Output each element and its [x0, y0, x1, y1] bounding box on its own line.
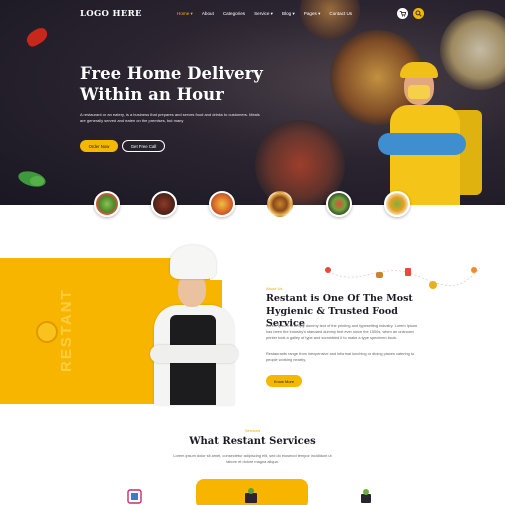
- courier-mask: [408, 85, 430, 99]
- vertical-brand-text: RESTANT: [58, 288, 75, 372]
- courier-shirt: [390, 105, 460, 205]
- cart-icon[interactable]: [397, 8, 408, 19]
- fries-icon: [405, 268, 411, 276]
- about-paragraph: Lorem Ipsum is simply dummy text of the …: [266, 323, 418, 340]
- nav-home[interactable]: Home ▾: [177, 11, 193, 17]
- order-service-icon[interactable]: [126, 487, 144, 505]
- hero-title: Free Home Delivery Within an Hour: [80, 63, 300, 105]
- hero-section: LOGO HERE Home ▾ About Categories Servic…: [0, 0, 505, 205]
- delivery-service-icon[interactable]: [242, 487, 260, 505]
- food-pizza-icon[interactable]: [209, 191, 235, 217]
- hero-title-line1: Free Home Delivery: [80, 64, 263, 83]
- nav-categories[interactable]: Categories: [223, 11, 245, 17]
- hero-description: A restaurant or an eatery, is a business…: [80, 112, 260, 123]
- about-paragraph: Restaurants range from inexpensive and i…: [266, 351, 415, 362]
- food-burger-icon[interactable]: [267, 191, 293, 217]
- services-tag: Services: [244, 428, 261, 433]
- food-veggie-plate-icon[interactable]: [326, 191, 352, 217]
- logo[interactable]: LOGO HERE: [80, 9, 142, 19]
- food-dish-image: [300, 0, 360, 40]
- chef-image: [148, 245, 240, 405]
- nav-contact[interactable]: Contact Us: [329, 11, 352, 17]
- nav-service[interactable]: Service ▾: [254, 11, 273, 17]
- courier-arms: [378, 133, 466, 155]
- delivery-man-image: [372, 55, 487, 205]
- order-now-button[interactable]: Order Now: [80, 140, 118, 152]
- nav-blog[interactable]: Blog ▾: [282, 11, 295, 17]
- food-category-row: [0, 191, 505, 221]
- burger-icon: [376, 272, 383, 278]
- pizza-icon: [429, 281, 437, 289]
- nav-about[interactable]: About: [202, 11, 214, 17]
- search-icon[interactable]: [413, 8, 424, 19]
- food-wrap-icon[interactable]: [384, 191, 410, 217]
- know-more-button[interactable]: Know More: [266, 375, 302, 387]
- basil-decoration: [30, 176, 44, 186]
- food-salad-icon[interactable]: [94, 191, 120, 217]
- main-nav: Home ▾ About Categories Service ▾ Blog ▾…: [177, 11, 352, 17]
- nav-pages[interactable]: Pages ▾: [304, 11, 321, 17]
- about-tag: About Us: [266, 286, 283, 291]
- header-icons: [397, 8, 424, 19]
- dining-service-icon[interactable]: [357, 487, 375, 505]
- services-title: What Restant Services: [189, 436, 316, 447]
- courier-cap: [400, 62, 438, 78]
- food-dot-icon: [325, 267, 331, 273]
- food-steak-icon[interactable]: [151, 191, 177, 217]
- badge-icon: [36, 321, 58, 343]
- hero-title-line2: Within an Hour: [80, 85, 224, 104]
- icecream-icon: [471, 267, 477, 273]
- services-description: Lorem ipsum dolor sit amet, consectetur …: [173, 453, 332, 464]
- chef-arms: [150, 345, 238, 363]
- chef-hat: [170, 245, 216, 279]
- chili-decoration: [23, 25, 51, 49]
- get-free-call-button[interactable]: Get Free Call: [122, 140, 165, 152]
